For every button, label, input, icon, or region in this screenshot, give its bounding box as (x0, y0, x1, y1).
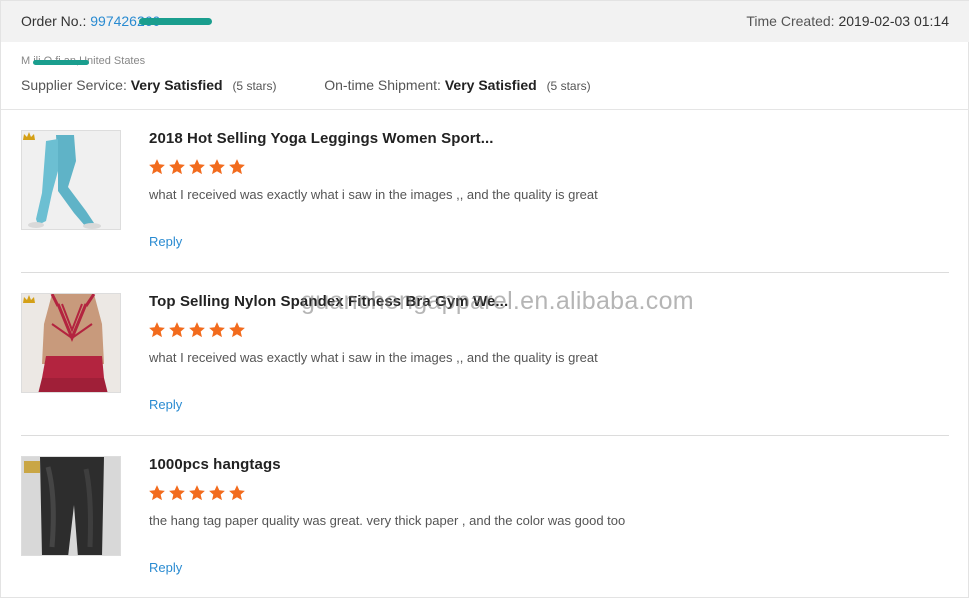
star-icon (189, 159, 205, 175)
reply-link[interactable]: Reply (149, 234, 182, 249)
supplier-service-label: Supplier Service: (21, 77, 127, 93)
crown-icon (23, 132, 35, 140)
reply-link[interactable]: Reply (149, 397, 182, 412)
star-icon (149, 322, 165, 338)
seller-ratings: Supplier Service: Very Satisfied (5 star… (21, 77, 591, 93)
shipment-value: Very Satisfied (444, 77, 537, 93)
star-icon (169, 322, 185, 338)
star-icon (229, 485, 245, 501)
star-icon (189, 322, 205, 338)
redaction-mark (33, 60, 89, 65)
hangtag-leggings-image (22, 457, 120, 555)
order-number-label: Order No.: (21, 13, 91, 29)
star-icon (229, 322, 245, 338)
supplier-service-value: Very Satisfied (130, 77, 223, 93)
sports-bra-image (22, 294, 120, 392)
shipment-stars: (5 stars) (546, 79, 591, 93)
product-title[interactable]: 2018 Hot Selling Yoga Leggings Women Spo… (149, 130, 494, 147)
star-icon (169, 159, 185, 175)
review-item: 1000pcs hangtags the hang tag paper qual… (21, 436, 949, 599)
order-header: Order No.: 997426260 Time Created: 2019-… (1, 1, 969, 42)
supplier-service-stars: (5 stars) (232, 79, 277, 93)
review-comment: what I received was exactly what i saw i… (149, 350, 598, 365)
star-icon (209, 159, 225, 175)
time-created-label: Time Created: (746, 13, 839, 29)
star-icon (169, 485, 185, 501)
review-item: Top Selling Nylon Spandex Fitness Bra Gy… (21, 273, 949, 436)
leggings-image (22, 131, 120, 229)
product-title[interactable]: 1000pcs hangtags (149, 456, 281, 473)
star-icon (209, 322, 225, 338)
redaction-mark (139, 18, 212, 25)
product-thumbnail[interactable] (21, 456, 121, 556)
product-title[interactable]: Top Selling Nylon Spandex Fitness Bra Gy… (149, 293, 508, 310)
shipment-label: On-time Shipment: (324, 77, 441, 93)
star-icon (189, 485, 205, 501)
reply-link[interactable]: Reply (149, 560, 182, 575)
rating-stars (148, 158, 246, 178)
rating-stars (148, 321, 246, 341)
product-thumbnail[interactable] (21, 130, 121, 230)
rating-stars (148, 484, 246, 504)
review-item: 2018 Hot Selling Yoga Leggings Women Spo… (21, 110, 949, 273)
order-feedback-panel: Order No.: 997426260 Time Created: 2019-… (0, 0, 969, 598)
star-icon (149, 159, 165, 175)
crown-icon (23, 295, 35, 303)
review-comment: what I received was exactly what i saw i… (149, 187, 598, 202)
time-created-value: 2019-02-03 01:14 (838, 13, 949, 29)
star-icon (209, 485, 225, 501)
review-comment: the hang tag paper quality was great. ve… (149, 513, 626, 528)
star-icon (229, 159, 245, 175)
product-thumbnail[interactable] (21, 293, 121, 393)
star-icon (149, 485, 165, 501)
time-created: Time Created: 2019-02-03 01:14 (746, 13, 949, 29)
